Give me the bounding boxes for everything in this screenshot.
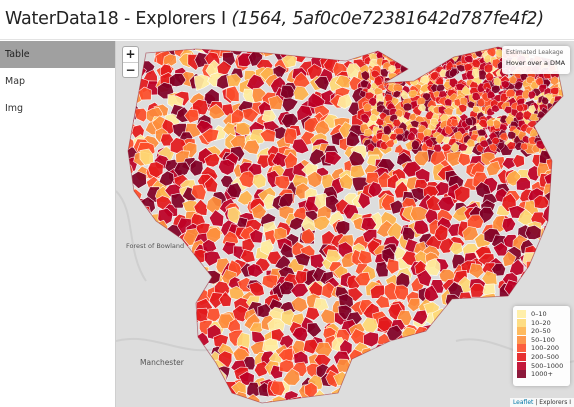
- attribution-text: | Explorers I: [533, 399, 571, 406]
- sidebar-item-map[interactable]: Map: [0, 68, 115, 95]
- info-panel: Estimated Leakage Hover over a DMA: [502, 46, 570, 74]
- legend-label: 500–1000: [531, 361, 564, 370]
- legend-swatch: [517, 327, 526, 336]
- map-attribution: Leaflet | Explorers I: [509, 398, 574, 407]
- dataset-id: (1564, 5af0c0e72381642d787fe4f2): [231, 9, 544, 29]
- legend-row: 500–1000: [517, 361, 566, 371]
- legend-row: 1000+: [517, 370, 566, 379]
- legend-row: 200–500: [517, 352, 566, 362]
- legend-label: 20–50: [531, 327, 551, 336]
- legend-swatch: [517, 370, 526, 379]
- legend-label: 0–10: [531, 310, 547, 318]
- zoom-in-button[interactable]: +: [123, 47, 138, 62]
- sidebar-item-table[interactable]: Table: [0, 41, 115, 68]
- info-hint: Hover over a DMA: [506, 59, 566, 67]
- dma-cell[interactable]: [335, 220, 350, 236]
- legend-swatch: [517, 352, 526, 361]
- page-title: WaterData18 - Explorers I (1564, 5af0c0e…: [5, 9, 544, 29]
- legend-swatch: [517, 344, 526, 353]
- legend-label: 10–20: [531, 318, 551, 327]
- legend-swatch: [517, 361, 526, 370]
- legend-label: 100–200: [531, 344, 560, 353]
- place-label-forest: Forest of Bowland: [126, 242, 185, 250]
- legend-row: 50–100: [517, 335, 566, 345]
- legend-swatch: [517, 335, 526, 344]
- legend-row: 20–50: [517, 327, 566, 336]
- dma-cell[interactable]: [409, 206, 428, 222]
- legend-swatch: [517, 310, 526, 318]
- legend-label: 200–500: [531, 352, 560, 361]
- legend-label: 50–100: [531, 335, 555, 344]
- leaflet-link[interactable]: Leaflet: [513, 399, 533, 406]
- legend-row: 0–10: [517, 310, 566, 319]
- zoom-out-button[interactable]: −: [123, 62, 138, 77]
- info-heading: Estimated Leakage: [506, 49, 564, 56]
- place-label-city: Manchester: [140, 358, 184, 367]
- app-header: WaterData18 - Explorers I (1564, 5af0c0e…: [0, 0, 574, 40]
- leakage-map[interactable]: Forest of Bowland Manchester + − Estimat…: [115, 41, 574, 407]
- legend-label: 1000+: [531, 370, 553, 379]
- choropleth-layer[interactable]: [116, 41, 574, 407]
- zoom-control: + −: [122, 46, 139, 78]
- dma-cell[interactable]: [507, 131, 517, 140]
- app-title: WaterData18 - Explorers I: [5, 9, 226, 29]
- sidebar: Table Map Img: [0, 41, 115, 407]
- legend-swatch: [517, 318, 526, 327]
- legend: 0–10 10–20 20–50 50–100 100–200 200–500 …: [513, 306, 570, 386]
- legend-row: 100–200: [517, 344, 566, 353]
- legend-row: 10–20: [517, 318, 566, 328]
- sidebar-item-img[interactable]: Img: [0, 95, 115, 122]
